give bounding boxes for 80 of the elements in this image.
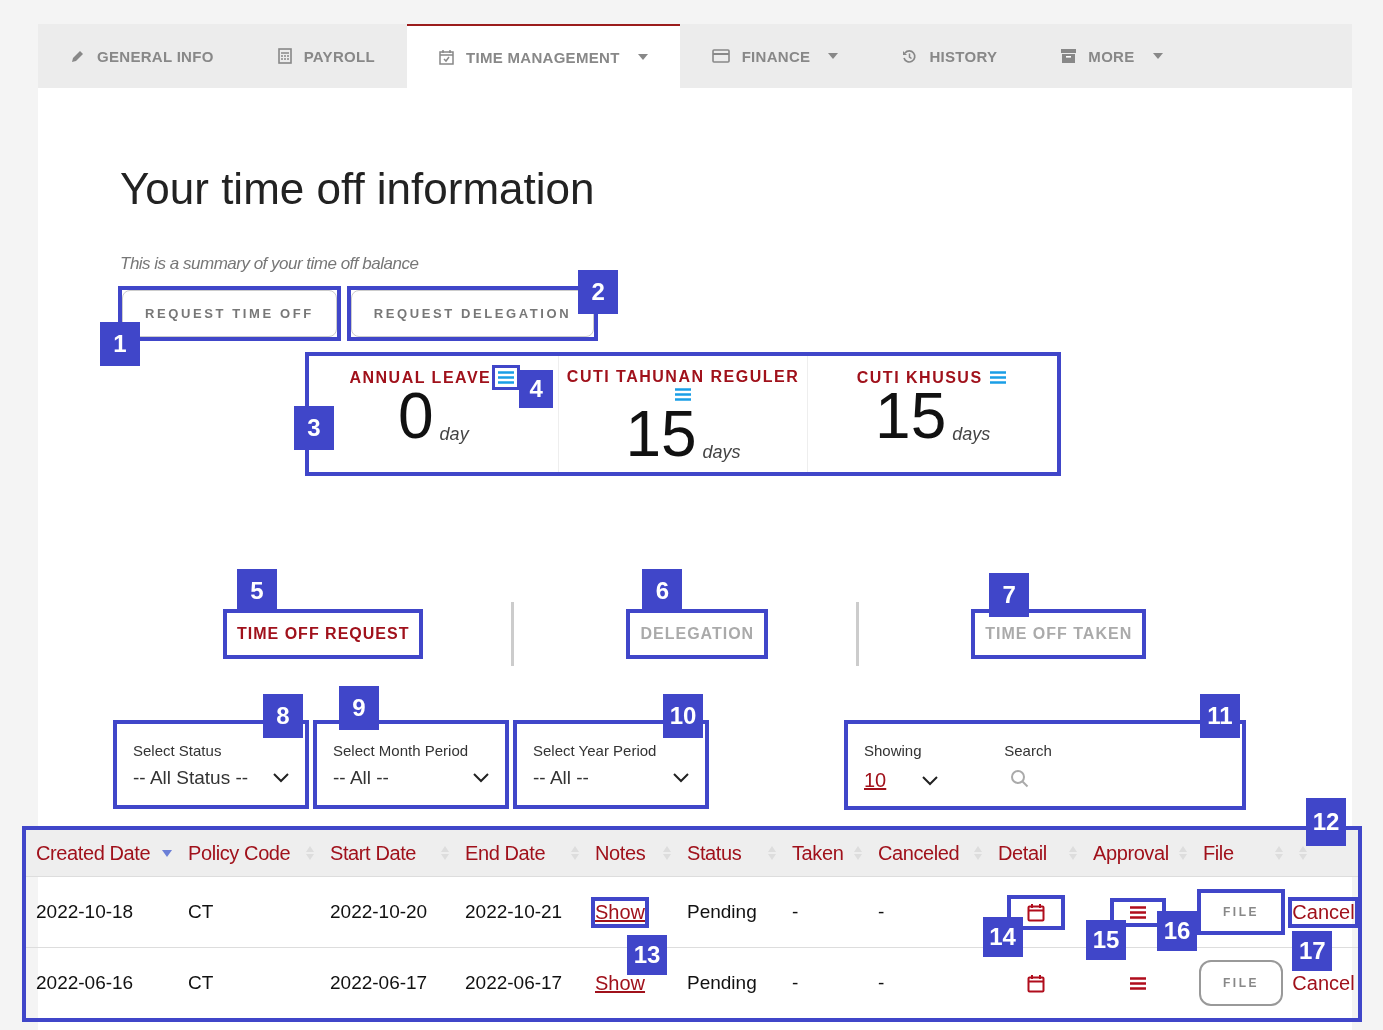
- cancel-link[interactable]: Cancel: [1292, 900, 1355, 923]
- table-cell-text: Pending: [686, 972, 758, 994]
- table-cell-text: -: [877, 901, 886, 923]
- file-button[interactable]: FILE: [1199, 960, 1283, 1006]
- balance-value: 15: [625, 401, 697, 467]
- sort-icon: [1299, 846, 1307, 860]
- callout-badge: 13: [627, 934, 668, 975]
- callout-badge: 9: [339, 686, 379, 730]
- callout-badge: 14: [982, 916, 1023, 957]
- callout-badge: 16: [1157, 911, 1197, 951]
- table-cell-text: 2022-10-20: [329, 901, 429, 923]
- table-cell-text: 2022-06-17: [329, 972, 429, 994]
- cancel-link[interactable]: Cancel: [1292, 971, 1355, 994]
- showing-label: Showing: [864, 742, 923, 759]
- table-cell-text: 2022-06-17: [464, 972, 564, 994]
- table-cell-text: 2022-10-21: [464, 901, 564, 923]
- balance-title: CUTI TAHUNAN REGULER: [566, 368, 800, 386]
- page-size-select[interactable]: 10: [864, 769, 939, 792]
- table-cell-text: -: [791, 972, 800, 994]
- callout-badge: 10: [663, 694, 703, 738]
- callout-badge: 4: [519, 370, 554, 408]
- callout-badge: 3: [294, 406, 334, 450]
- table-cell-text: CT: [187, 972, 215, 994]
- menu-icon[interactable]: [675, 388, 691, 401]
- menu-icon[interactable]: [498, 371, 515, 384]
- column-header[interactable]: File: [1193, 841, 1289, 865]
- chevron-down-icon: [922, 775, 939, 786]
- column-header[interactable]: Detail: [988, 841, 1083, 865]
- menu-icon[interactable]: [1130, 976, 1146, 990]
- calendar-check-icon: [438, 49, 454, 65]
- caret-icon: [637, 54, 648, 60]
- callout-badge: 2: [578, 270, 619, 314]
- column-header[interactable]: Status: [677, 841, 782, 865]
- page-subtitle: This is a summary of your time off balance: [120, 254, 420, 274]
- table-cell-text: CT: [187, 901, 215, 923]
- calendar-icon[interactable]: [1026, 902, 1045, 922]
- menu-icon[interactable]: [989, 371, 1006, 384]
- callout-badge: 8: [263, 694, 303, 738]
- table-cell-text: 2022-06-16: [35, 972, 135, 994]
- chevron-down-icon: [673, 773, 689, 783]
- nav-tab[interactable]: TIME MANAGEMENT: [406, 24, 680, 88]
- callout-badge: 17: [1292, 930, 1333, 971]
- sort-descending-icon: [162, 849, 172, 857]
- caret-icon: [1152, 53, 1163, 59]
- calendar-icon[interactable]: [1026, 973, 1045, 993]
- column-header[interactable]: Start Date: [320, 841, 455, 865]
- chevron-down-icon: [473, 773, 489, 783]
- balance-unit: days: [952, 424, 991, 445]
- balance-unit: day: [439, 424, 469, 445]
- column-header[interactable]: Policy Code: [178, 841, 320, 865]
- column-header[interactable]: End Date: [455, 841, 585, 865]
- caret-icon: [828, 53, 839, 59]
- callout-badge: 12: [1306, 798, 1346, 846]
- credit-card-icon: [711, 49, 730, 63]
- section-tab[interactable]: TIME OFF REQUEST: [227, 613, 420, 655]
- column-header[interactable]: Notes: [585, 841, 677, 865]
- pencil-icon: [70, 48, 85, 64]
- archive-icon: [1061, 49, 1077, 63]
- column-header[interactable]: Canceled: [868, 841, 988, 865]
- history-icon: [902, 48, 918, 64]
- search-icon[interactable]: [1010, 769, 1031, 789]
- column-header[interactable]: Taken: [782, 841, 868, 865]
- callout-badge: 7: [989, 573, 1030, 617]
- action-button[interactable]: REQUEST TIME OFF: [122, 290, 337, 337]
- callout-badge: 11: [1200, 694, 1240, 738]
- page-title: Your time off information: [119, 163, 596, 215]
- table-cell-text: -: [877, 972, 886, 994]
- column-header[interactable]: Created Date: [26, 841, 178, 865]
- balance-unit: days: [702, 442, 741, 463]
- column-header[interactable]: Approval: [1083, 841, 1193, 865]
- table-cell-text: -: [791, 901, 800, 923]
- table-cell-text: Pending: [686, 901, 758, 923]
- table-cell-text: 2022-10-18: [35, 901, 135, 923]
- callout-badge: 1: [100, 322, 140, 366]
- chevron-down-icon: [273, 773, 289, 783]
- menu-icon[interactable]: [1130, 905, 1146, 919]
- show-link[interactable]: Show: [595, 900, 646, 923]
- callout-badge: 15: [1086, 919, 1126, 960]
- calculator-icon: [277, 48, 292, 64]
- search-label: Search: [1004, 742, 1052, 759]
